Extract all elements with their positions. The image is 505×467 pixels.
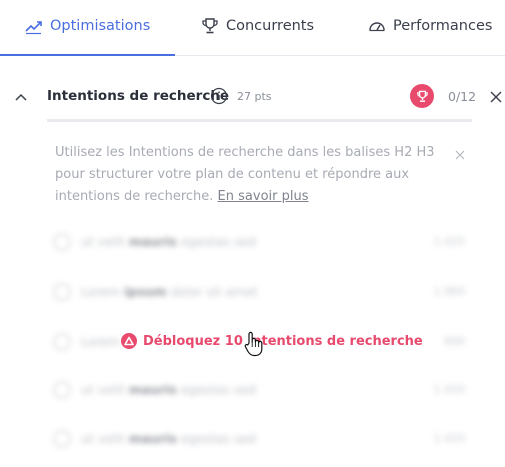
locked-list-item: Lorem ipsum dolor sit amet 1.984 — [53, 281, 473, 303]
tab-label: Optimisations — [50, 18, 151, 34]
tab-optimisations[interactable]: Optimisations — [25, 14, 150, 38]
gauge-icon — [368, 17, 386, 35]
tab-label: Performances — [393, 18, 493, 34]
close-icon[interactable] — [489, 89, 503, 103]
checkbox-icon — [53, 381, 71, 399]
checkbox-icon — [53, 430, 71, 448]
info-message: Utilisez les Intentions de recherche dan… — [55, 142, 440, 208]
tab-performances[interactable]: Performances — [368, 14, 492, 38]
tab-concurrents[interactable]: Concurrents — [201, 14, 314, 38]
locked-list-item: ut velit mauris egestas sed 1.420 — [53, 379, 473, 401]
learn-more-link[interactable]: En savoir plus — [218, 189, 309, 204]
tab-label: Concurrents — [226, 18, 315, 34]
info-icon[interactable] — [210, 87, 228, 105]
checkbox-icon — [53, 233, 71, 251]
trophy-icon — [410, 84, 434, 108]
section-title: Intentions de recherche — [47, 88, 230, 104]
locked-list-item: ut velit mauris egestas sed 1.425 — [53, 231, 473, 253]
tab-bar: Optimisations Concurrents Performances — [0, 0, 505, 56]
trophy-icon — [201, 17, 219, 35]
trending-up-icon — [25, 17, 43, 35]
section-header: Intentions de recherche 27 pts 0/12 — [0, 80, 505, 114]
unlock-label: Débloquez 10 Intentions de recherche — [143, 333, 423, 349]
unlock-icon — [121, 333, 137, 349]
hand-cursor-icon — [243, 331, 265, 357]
checkbox-icon — [53, 283, 71, 301]
chevron-up-icon[interactable] — [13, 89, 29, 105]
unlock-button[interactable]: Débloquez 10 Intentions de recherche — [121, 331, 423, 351]
section-divider — [47, 119, 472, 122]
progress-count: 0/12 — [448, 89, 477, 104]
active-tab-indicator — [0, 54, 175, 56]
locked-list-item: ut velit mauris egestas sed 1.420 — [53, 428, 473, 450]
dismiss-info-icon[interactable] — [455, 145, 465, 160]
points-badge: 27 pts — [237, 90, 272, 103]
checkbox-icon — [53, 333, 71, 351]
